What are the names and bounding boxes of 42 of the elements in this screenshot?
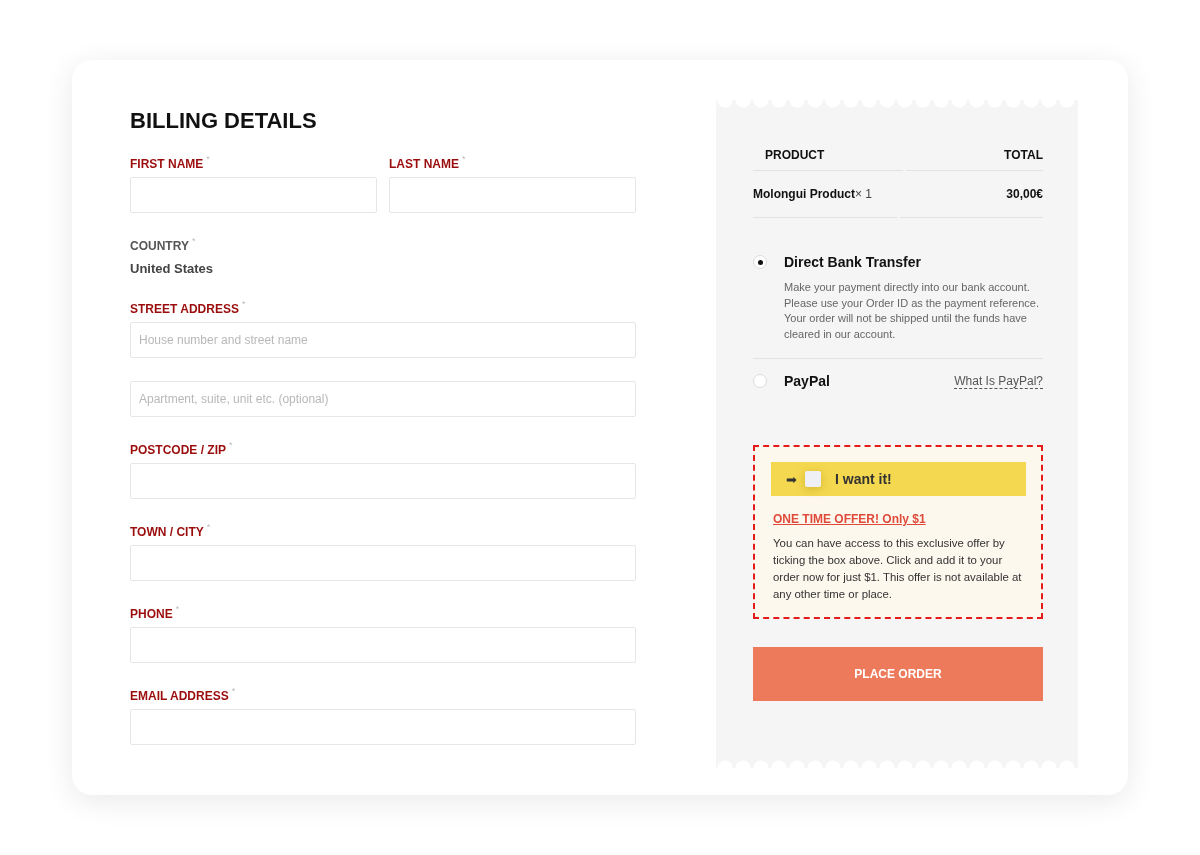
- required-mark: *: [206, 522, 211, 532]
- required-mark: *: [462, 154, 466, 164]
- product-total: 30,00€: [1006, 187, 1043, 201]
- input-field[interactable]: [130, 463, 636, 499]
- country-value: United States: [130, 260, 215, 276]
- required-mark: *: [231, 686, 236, 696]
- radio-button[interactable]: [753, 374, 767, 388]
- field-label: EMAIL ADDRESS: [130, 689, 229, 703]
- field-label: COUNTRY: [130, 239, 189, 253]
- product-name: Molongui Product: [753, 187, 855, 201]
- payment-method-name: Direct Bank Transfer: [784, 254, 922, 270]
- checkbox[interactable]: [805, 471, 821, 487]
- required-mark: *: [175, 604, 180, 614]
- payment-description: Make your payment directly into our bank account. Please use your Order ID as the payment reference. Your order will not be shipped until the funds have cleared in our account.: [784, 280, 1040, 342]
- input-field[interactable]: [130, 177, 377, 213]
- input-field[interactable]: [130, 709, 636, 745]
- input-field[interactable]: [389, 177, 636, 213]
- arrow-icon: ➡: [786, 471, 797, 487]
- paypal-info-link[interactable]: What Is PayPal?: [954, 373, 1043, 389]
- field-label: POSTCODE / ZIP: [130, 443, 226, 457]
- offer-text: You can have access to this exclusive offer by ticking the box above. Click and add it to your order now for just $1. This offer is not available at any other time or place.: [773, 536, 1023, 602]
- input-field[interactable]: [130, 545, 636, 581]
- input-field[interactable]: [130, 627, 636, 663]
- required-mark: *: [241, 299, 246, 309]
- input-field[interactable]: House number and street name: [130, 322, 636, 358]
- required-mark: *: [206, 154, 210, 164]
- required-mark: *: [229, 440, 233, 450]
- payment-method-name: PayPal: [784, 373, 831, 389]
- billing-title: BILLING DETAILS: [130, 108, 318, 134]
- field-label: PHONE: [130, 607, 173, 621]
- field-label: TOWN / CITY: [130, 525, 204, 539]
- field-label: FIRST NAME: [130, 157, 204, 171]
- product-quantity: × 1: [855, 187, 872, 201]
- offer-headline: ONE TIME OFFER! Only $1: [773, 512, 926, 526]
- checkbox-label: I want it!: [835, 471, 892, 487]
- field-label: STREET ADDRESS: [130, 302, 239, 316]
- radio-button[interactable]: [753, 255, 767, 269]
- column-header: PRODUCT: [765, 148, 825, 162]
- column-header: TOTAL: [1004, 148, 1043, 162]
- input-field[interactable]: Apartment, suite, unit etc. (optional): [130, 381, 636, 417]
- required-mark: *: [191, 236, 196, 246]
- field-label: LAST NAME: [389, 157, 459, 171]
